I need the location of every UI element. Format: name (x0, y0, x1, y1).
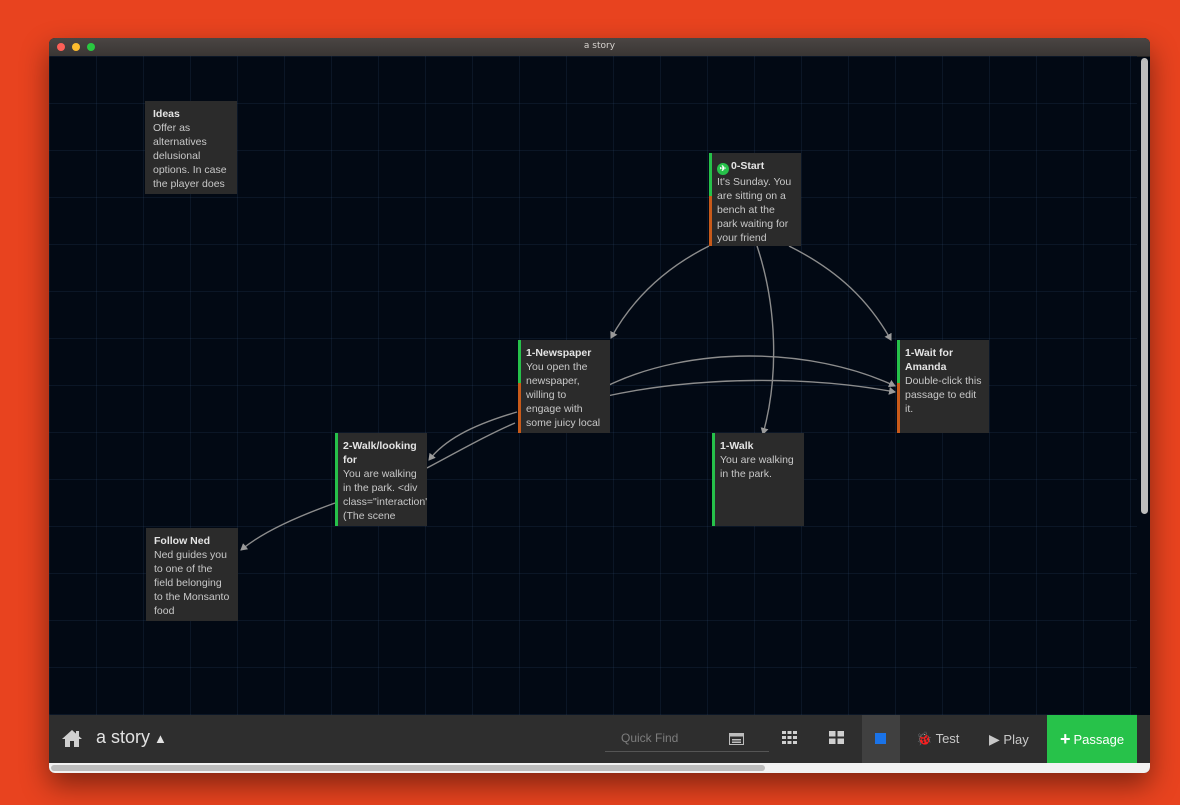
zoom-large-icon[interactable] (875, 733, 886, 744)
passage-excerpt: You open the newspaper, willing to engag… (526, 361, 601, 429)
passage-excerpt: Ned guides you to one of the field belon… (154, 549, 230, 617)
test-label: Test (935, 731, 960, 746)
plus-icon: + (1059, 728, 1071, 749)
link-walking-to-newspaper (426, 422, 516, 469)
play-button[interactable]: ▶ Play (989, 731, 1029, 748)
passage-card-walk[interactable]: 1-Walk You are walking in the park. (712, 433, 804, 526)
story-menu-button[interactable]: a story ▲ (96, 727, 167, 748)
tag-stripe-green (335, 433, 338, 526)
passage-excerpt: You are walking in the park. (720, 454, 794, 480)
link-start-to-newspaper (610, 245, 710, 339)
play-icon: ▶ (989, 731, 1000, 747)
story-toolbar: a story▲ 🐞 Test (49, 715, 1150, 763)
add-passage-button[interactable]: + Passage (1047, 715, 1137, 763)
link-newspaper-to-wait-1 (606, 355, 896, 388)
passage-excerpt: It's Sunday. You are sitting on a bench … (717, 176, 792, 244)
passage-title: 2-Walk/looking for (343, 440, 417, 466)
passage-title: Ideas (153, 108, 180, 120)
link-start-to-walk (756, 245, 775, 435)
passage-card-follow-ned[interactable]: Follow Ned Ned guides you to one of the … (146, 528, 238, 621)
test-button[interactable]: 🐞 Test (916, 731, 959, 747)
passage-title: ✈ 0-Start (717, 159, 795, 175)
tag-stripe-orange (897, 383, 900, 433)
tag-stripe-green (709, 153, 712, 196)
rocket-icon: ✈ (717, 163, 729, 175)
play-label: Play (1003, 732, 1029, 747)
passage-title-text: 0-Start (731, 160, 765, 172)
passage-card-ideas[interactable]: Ideas Offer as alternatives delusional o… (145, 101, 237, 194)
tag-stripe-green (897, 340, 900, 383)
horizontal-scroll-track (49, 763, 1150, 773)
passage-excerpt: You are walking in the park. <div class=… (343, 468, 427, 522)
passage-card-wait-for-amanda[interactable]: 1-Wait for Amanda Double-click this pass… (897, 340, 989, 433)
passage-card-walking[interactable]: 2-Walk/looking for You are walking in th… (335, 433, 427, 526)
passage-excerpt: Offer as alternatives delusional options… (153, 122, 227, 190)
home-icon[interactable] (61, 728, 83, 748)
story-map-canvas[interactable]: Ideas Offer as alternatives delusional o… (49, 56, 1137, 715)
vertical-scrollbar[interactable] (1141, 58, 1148, 514)
passage-excerpt: Double-click this passage to edit it. (905, 375, 982, 415)
passage-card-newspaper[interactable]: 1-Newspaper You open the newspaper, will… (518, 340, 610, 433)
quick-find-input[interactable] (605, 725, 769, 752)
zoom-medium-grid-icon[interactable] (829, 731, 844, 744)
tag-stripe-orange (518, 383, 521, 433)
caret-up-icon: ▲ (154, 731, 167, 746)
passage-title: 1-Wait for Amanda (905, 347, 954, 373)
tag-stripe-green (712, 433, 715, 526)
title-bar: a story (49, 38, 1150, 57)
tag-stripe-orange (709, 196, 712, 246)
passage-card-start[interactable]: ✈ 0-Start It's Sunday. You are sitting on… (709, 153, 801, 246)
link-walking-to-ned (240, 502, 336, 551)
passage-title: 1-Newspaper (526, 347, 592, 359)
link-newspaper-to-walking (428, 411, 518, 461)
link-newspaper-to-wait-2 (606, 379, 896, 397)
story-name-label: a story (96, 727, 151, 747)
zoom-small-grid-icon[interactable] (782, 731, 797, 744)
passage-title: 1-Walk (720, 440, 754, 452)
window-title: a story (583, 41, 616, 51)
link-start-to-wait (788, 245, 892, 341)
app-window: a story Ideas Offer as alternatives delu… (49, 38, 1150, 773)
story-details-icon[interactable] (729, 733, 744, 745)
add-passage-label: Passage (1073, 731, 1125, 747)
bug-icon: 🐞 (916, 731, 933, 746)
tag-stripe-green (518, 340, 521, 383)
horizontal-scrollbar[interactable] (51, 765, 765, 771)
passage-title: Follow Ned (154, 535, 210, 547)
